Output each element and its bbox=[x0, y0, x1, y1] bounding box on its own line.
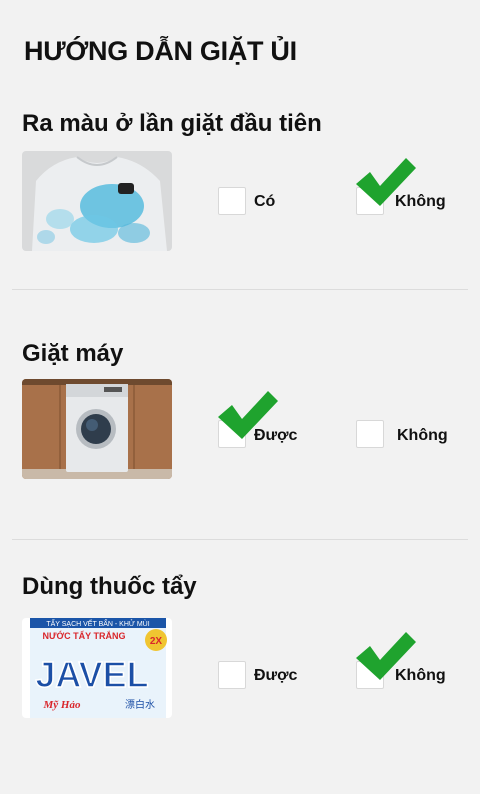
section-divider bbox=[12, 289, 468, 290]
section-heading-bleach: Dùng thuốc tẩy bbox=[22, 573, 197, 600]
package-maker-text: Mỹ Hảo bbox=[43, 699, 81, 711]
checkmark-icon bbox=[352, 630, 418, 682]
checkbox-allowed[interactable] bbox=[218, 661, 246, 689]
page-title: HƯỚNG DẪN GIẶT ỦI bbox=[24, 36, 297, 66]
section-heading-color-bleed: Ra màu ở lần giặt đầu tiên bbox=[22, 110, 322, 137]
laundry-guide-page: HƯỚNG DẪN GIẶT ỦI Ra màu ở lần giặt đầu … bbox=[0, 0, 480, 794]
checkbox-yes[interactable] bbox=[218, 187, 246, 215]
package-line1-text: NƯỚC TẨY TRẮNG bbox=[43, 630, 126, 641]
option-label-allowed: Được bbox=[254, 667, 298, 684]
checkbox-no[interactable] bbox=[356, 420, 384, 448]
option-label-no: Không bbox=[397, 427, 448, 444]
section-divider bbox=[12, 539, 468, 540]
package-chinese-text: 漂白水 bbox=[125, 698, 155, 711]
package-badge-text: 2X bbox=[150, 636, 163, 647]
section-heading-machine-wash: Giặt máy bbox=[22, 340, 124, 367]
checkmark-icon bbox=[214, 389, 280, 441]
package-brand-text: JAVEL bbox=[35, 654, 148, 695]
javel-bleach-image: TẨY SẠCH VẾT BẨN - KHỬ MÙI NƯỚC TẨY TRẮN… bbox=[22, 618, 172, 718]
checkmark-icon bbox=[352, 156, 418, 208]
washing-machine-image bbox=[22, 379, 172, 479]
option-label-yes: Có bbox=[254, 193, 276, 210]
shirt-dye-image bbox=[22, 151, 172, 251]
